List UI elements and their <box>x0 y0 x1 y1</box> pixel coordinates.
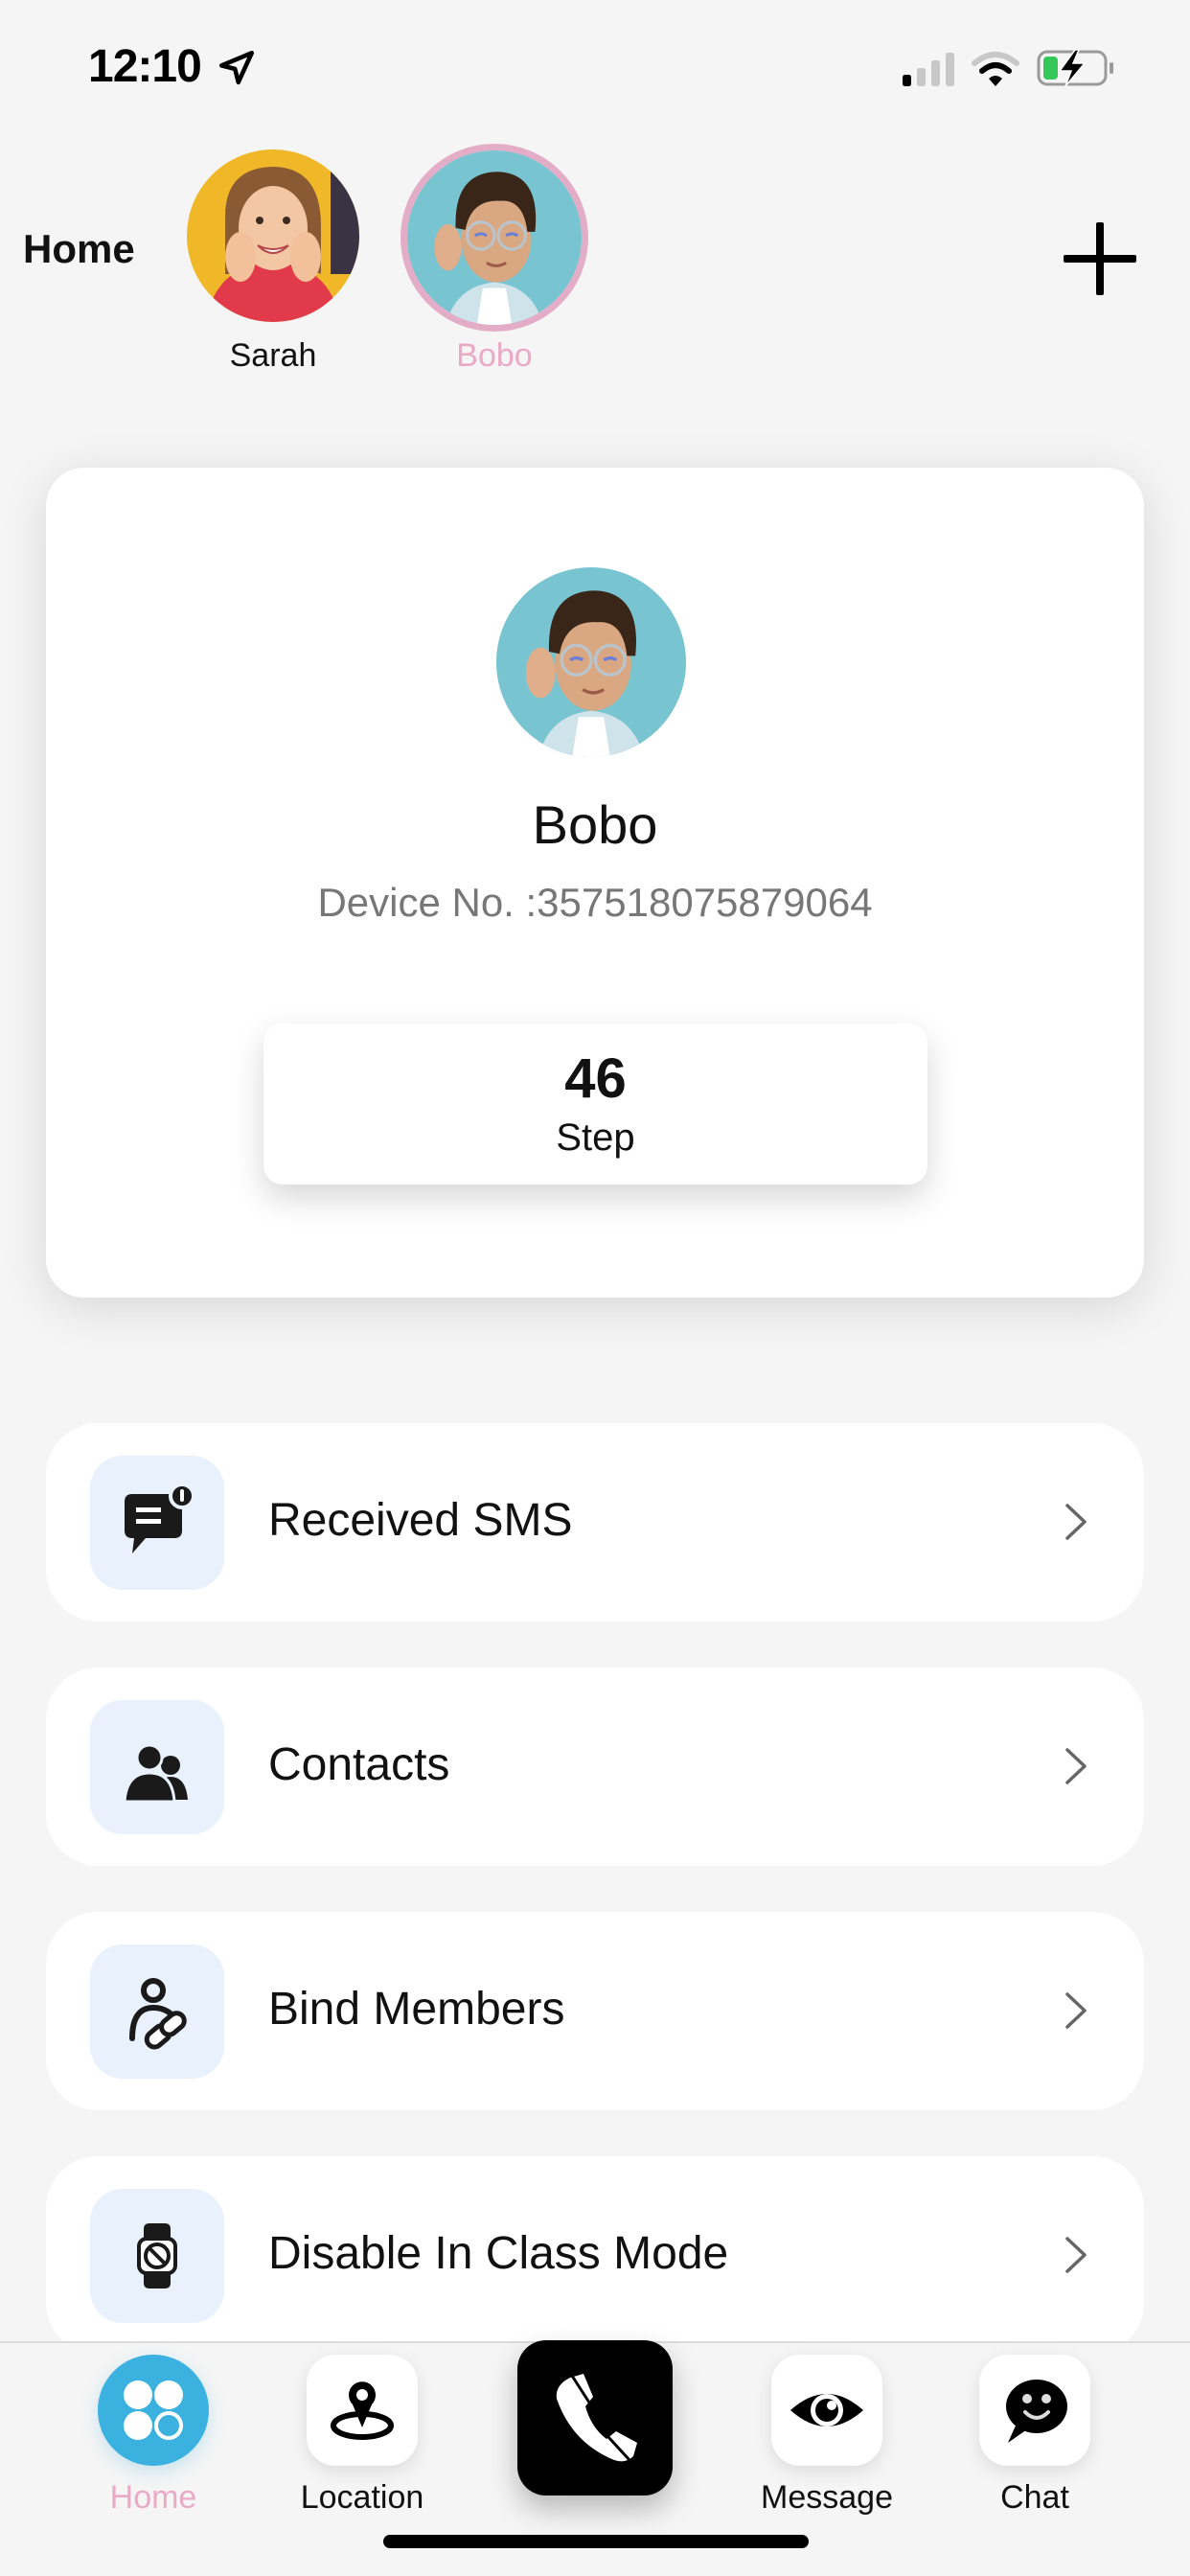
device-number: Device No. :357518075879064 <box>317 880 873 925</box>
tab-label: Location <box>300 2479 424 2516</box>
step-counter[interactable]: 46 Step <box>263 1024 927 1184</box>
tab-location[interactable]: Location <box>286 2355 439 2517</box>
contacts-icon <box>123 1743 188 1804</box>
kid-tab-sarah[interactable]: Sarah <box>187 144 359 375</box>
location-arrow-icon <box>218 50 255 85</box>
wifi-icon <box>972 52 1019 86</box>
profile-name: Bobo <box>532 794 658 855</box>
kid-name-sarah: Sarah <box>229 337 317 374</box>
tab-icon-container <box>98 2355 209 2466</box>
menu-item-disable-in-class-mode[interactable]: Disable In Class Mode <box>46 2156 1144 2355</box>
chat-smile-icon <box>1006 2380 1067 2443</box>
menu-label: Bind Members <box>268 1984 565 2035</box>
profile-card: Bobo Device No. :357518075879064 46 Step <box>46 468 1144 1298</box>
home-indicator <box>383 2535 809 2548</box>
tab-icon-container <box>771 2355 882 2466</box>
icon-container <box>90 2189 224 2323</box>
chevron-right-icon <box>1065 1992 1087 2029</box>
kid-name-bobo: Bobo <box>456 337 533 374</box>
home-grid-icon <box>124 2380 183 2440</box>
signal-icon <box>903 53 954 86</box>
tab-icon-container <box>307 2355 418 2466</box>
menu-item-received-sms[interactable]: Received SMS <box>46 1423 1144 1622</box>
status-time: 12:10 <box>88 41 202 92</box>
avatar-bobo <box>400 144 588 332</box>
add-kid-button[interactable] <box>1060 218 1140 299</box>
call-button[interactable] <box>517 2340 673 2496</box>
avatar-sarah <box>187 150 359 322</box>
page-title: Home <box>23 226 135 271</box>
watch-disabled-icon <box>137 2223 177 2288</box>
kid-selector-header: Home Sarah Bobo <box>0 134 1190 383</box>
step-value: 46 <box>564 1047 627 1110</box>
tab-chat[interactable]: Chat <box>977 2355 1092 2517</box>
chevron-right-icon <box>1065 1504 1087 1540</box>
tab-label: Home <box>109 2479 197 2516</box>
bind-members-icon <box>129 1978 187 2050</box>
tab-message[interactable]: Message <box>745 2355 908 2517</box>
eye-icon <box>790 2394 863 2426</box>
step-label: Step <box>556 1116 635 1159</box>
status-bar: 12:10 <box>0 0 1190 134</box>
tab-home[interactable]: Home <box>96 2355 211 2517</box>
tab-label: Chat <box>1000 2479 1069 2516</box>
tab-label: Message <box>761 2479 893 2516</box>
icon-container <box>90 1944 224 2079</box>
menu-label: Contacts <box>268 1739 450 1790</box>
battery-charging-icon <box>1037 49 1113 87</box>
menu-item-contacts[interactable]: Contacts <box>46 1668 1144 1866</box>
icon-container <box>90 1700 224 1834</box>
chevron-right-icon <box>1065 2237 1087 2273</box>
chevron-right-icon <box>1065 1748 1087 1784</box>
menu-label: Disable In Class Mode <box>268 2228 729 2279</box>
menu-label: Received SMS <box>268 1495 573 1546</box>
phone-icon <box>556 2374 637 2462</box>
icon-container <box>90 1456 224 1590</box>
menu-item-bind-members[interactable]: Bind Members <box>46 1912 1144 2110</box>
kid-tab-bobo[interactable]: Bobo <box>400 144 588 375</box>
sms-alert-icon <box>125 1483 195 1553</box>
tab-icon-container <box>979 2355 1090 2466</box>
location-pin-icon <box>331 2381 394 2440</box>
profile-avatar <box>496 567 686 757</box>
